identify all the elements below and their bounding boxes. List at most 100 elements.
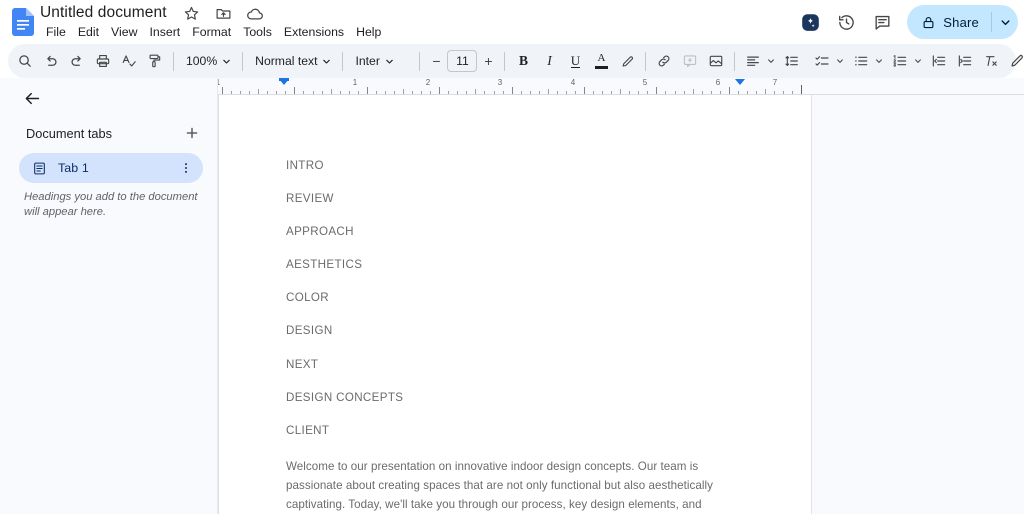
app-header: Untitled document File Edit View Insert …	[0, 0, 1024, 44]
doc-heading: DESIGN	[286, 324, 333, 338]
horizontal-ruler[interactable]: 1 1 2 3 4 5 6 7	[218, 78, 1024, 95]
ruler-end-tick	[801, 85, 802, 94]
font-family-dropdown[interactable]: Inter	[348, 48, 414, 74]
toolbar-divider	[504, 51, 506, 71]
increase-indent-icon[interactable]	[952, 48, 978, 74]
zoom-level-value: 100%	[186, 54, 218, 68]
menu-item-extensions[interactable]: Extensions	[278, 23, 350, 42]
share-button-main[interactable]: Share	[907, 5, 991, 39]
bold-button[interactable]: B	[510, 48, 536, 74]
doc-heading: CLIENT	[286, 423, 330, 437]
zoom-level-dropdown[interactable]: 100%	[179, 48, 237, 74]
menu-item-insert[interactable]: Insert	[143, 23, 186, 42]
edit-pencil-icon[interactable]	[1004, 48, 1024, 74]
insert-image-icon[interactable]	[703, 48, 729, 74]
back-arrow-icon[interactable]	[16, 82, 48, 114]
document-page[interactable]: INTRO REVIEW APPROACH AESTHETICS COLOR D…	[218, 95, 812, 514]
ruler-number: 1	[352, 78, 358, 87]
sidebar-item-tab-1[interactable]: Tab 1	[19, 153, 203, 183]
chevron-down-icon	[385, 57, 394, 66]
indent-marker-left-bar[interactable]	[279, 78, 289, 81]
share-button-label: Share	[943, 14, 979, 30]
menu-item-help[interactable]: Help	[350, 23, 387, 42]
share-button[interactable]: Share	[907, 5, 1018, 39]
ruler-number: 3	[497, 78, 503, 87]
chevron-down-icon[interactable]	[836, 57, 844, 65]
search-icon[interactable]	[12, 48, 38, 74]
align-left-icon[interactable]	[740, 48, 766, 74]
italic-button[interactable]: I	[536, 48, 562, 74]
chevron-down-icon[interactable]	[914, 57, 922, 65]
ruler-tick	[728, 87, 730, 94]
ruler-number: 4	[570, 78, 576, 87]
font-size-input[interactable]: 11	[447, 50, 478, 72]
highlight-pen-icon[interactable]	[614, 48, 640, 74]
page-scroll-area[interactable]: INTRO REVIEW APPROACH AESTHETICS COLOR D…	[218, 95, 1024, 514]
document-tabs-sidebar: Document tabs Tab 1 Headings you add to …	[0, 78, 218, 514]
chevron-down-icon	[222, 57, 231, 66]
print-icon[interactable]	[90, 48, 116, 74]
paragraph-style-dropdown[interactable]: Normal text	[248, 48, 337, 74]
redo-icon[interactable]	[64, 48, 90, 74]
ruler-tick	[366, 87, 368, 94]
document-content[interactable]: INTRO REVIEW APPROACH AESTHETICS COLOR D…	[286, 159, 746, 514]
plus-icon[interactable]	[180, 121, 204, 145]
version-history-icon[interactable]	[829, 5, 863, 39]
increase-font-size-button[interactable]: +	[477, 49, 499, 73]
star-icon[interactable]	[183, 5, 200, 22]
menu-item-tools[interactable]: Tools	[237, 23, 278, 42]
checklist-icon[interactable]	[809, 48, 835, 74]
underline-button[interactable]: U	[562, 48, 588, 74]
sidebar-item-label: Tab 1	[58, 161, 89, 175]
ruler-number: 7	[772, 78, 778, 87]
chevron-down-icon[interactable]	[767, 57, 775, 65]
toolbar-right-group	[1004, 48, 1024, 74]
chevron-down-icon[interactable]	[992, 5, 1018, 39]
gemini-sparkle-icon[interactable]	[793, 5, 827, 39]
doc-heading: INTRO	[286, 159, 324, 172]
bulleted-list-icon[interactable]	[848, 48, 874, 74]
ruler-tick	[584, 87, 585, 94]
comment-history-icon[interactable]	[865, 5, 899, 39]
header-actions: Share	[793, 0, 1018, 44]
spellcheck-icon[interactable]	[116, 48, 142, 74]
ruler-tick	[439, 87, 441, 94]
add-comment-icon[interactable]	[677, 48, 703, 74]
paint-format-icon[interactable]	[142, 48, 168, 74]
text-color-button[interactable]: A	[588, 48, 614, 74]
doc-heading: COLOR	[286, 291, 329, 305]
undo-icon[interactable]	[38, 48, 64, 74]
clear-formatting-icon[interactable]	[978, 48, 1004, 74]
toolbar-divider	[242, 51, 244, 71]
ruler-number: 5	[642, 78, 648, 87]
indent-marker-right[interactable]	[735, 79, 745, 85]
menu-item-edit[interactable]: Edit	[72, 23, 105, 42]
numbered-list-icon[interactable]	[887, 48, 913, 74]
ruler-number: 1	[218, 78, 220, 87]
insert-link-icon[interactable]	[651, 48, 677, 74]
menu-item-format[interactable]: Format	[186, 23, 237, 42]
menu-item-file[interactable]: File	[40, 23, 72, 42]
chevron-down-icon	[322, 57, 331, 66]
google-docs-icon[interactable]	[8, 6, 38, 38]
more-vertical-icon[interactable]	[175, 157, 197, 179]
lock-icon	[921, 15, 936, 30]
ruler-tick	[511, 87, 513, 94]
doc-heading: APPROACH	[286, 225, 354, 239]
toolbar-divider	[734, 51, 736, 71]
menu-item-view[interactable]: View	[105, 23, 143, 42]
move-to-folder-icon[interactable]	[215, 5, 232, 22]
workspace: Document tabs Tab 1 Headings you add to …	[0, 78, 1024, 514]
toolbar-divider	[173, 51, 174, 71]
document-title-block: Untitled document	[38, 2, 263, 24]
decrease-indent-icon[interactable]	[926, 48, 952, 74]
line-spacing-icon[interactable]	[779, 48, 805, 74]
toolbar-wrapper: 100% Normal text Inter − 11 + B I U A	[0, 44, 1024, 78]
cloud-saved-icon[interactable]	[246, 5, 263, 22]
doc-paragraph: Welcome to our presentation on innovativ…	[286, 459, 713, 512]
page-title[interactable]: Untitled document	[38, 2, 169, 24]
chevron-down-icon[interactable]	[875, 57, 883, 65]
decrease-font-size-button[interactable]: −	[425, 49, 447, 73]
ruler-tick	[294, 87, 296, 94]
ruler-ticks: 1 1 2 3 4 5 6 7	[218, 78, 1024, 95]
